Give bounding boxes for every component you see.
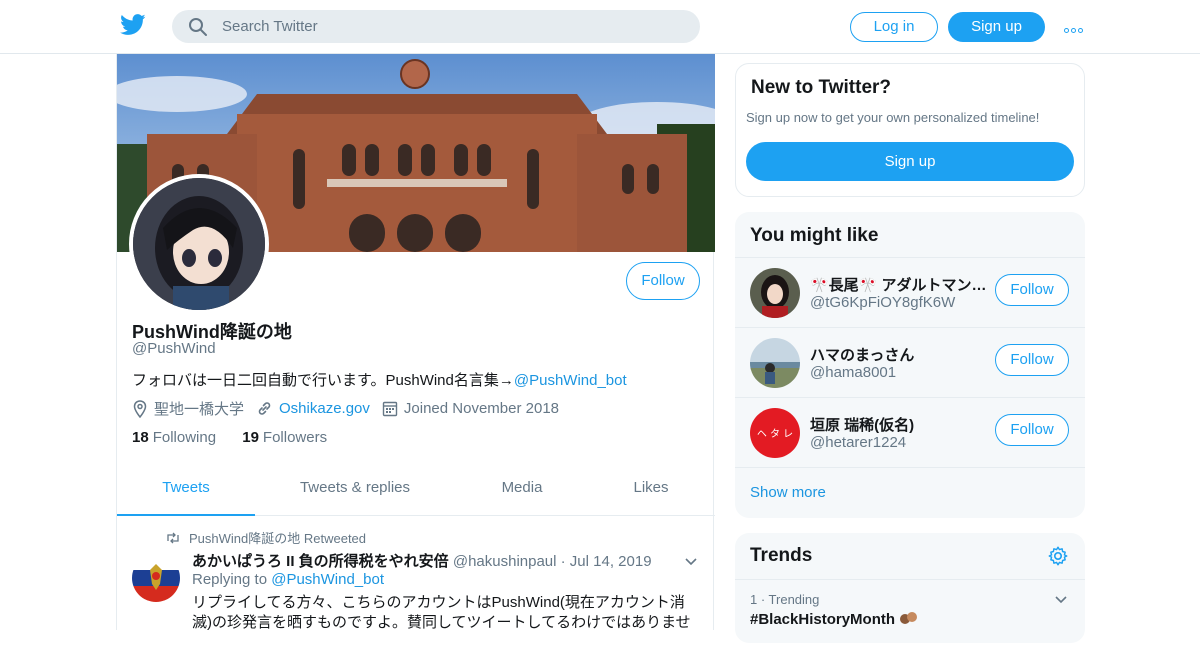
- retweet-icon: [167, 532, 179, 543]
- retweet-text: PushWind降誕の地 Retweeted: [189, 531, 367, 546]
- avatar-image: [133, 178, 265, 310]
- suggested-user-handle: @hama8001: [810, 364, 897, 381]
- suggested-user-avatar[interactable]: ヘ タ レ: [750, 408, 800, 458]
- website-link[interactable]: Oshikaze.gov: [279, 400, 370, 417]
- suggested-follow-button[interactable]: Follow: [995, 414, 1069, 446]
- profile-handle: @PushWind: [132, 340, 216, 357]
- search-input[interactable]: [222, 10, 682, 43]
- trend-hashtag-text: #BlackHistoryMonth: [750, 611, 896, 628]
- user-avatar-image: ヘ タ レ: [750, 408, 800, 458]
- location-icon: [133, 399, 147, 418]
- twitter-bird-icon[interactable]: [120, 13, 146, 37]
- suggested-user-avatar[interactable]: [750, 338, 800, 388]
- trends-title: Trends: [750, 545, 813, 566]
- bio-mention-link[interactable]: @PushWind_bot: [514, 372, 627, 389]
- suggested-follow-button[interactable]: Follow: [995, 274, 1069, 306]
- raised-fists-emoji-icon: [900, 612, 918, 624]
- tweet-text: リプライしてる方々、こちらのアカウントはPushWind(現在アカウント消滅)の…: [192, 594, 691, 631]
- tweet-avatar-image: [132, 554, 180, 602]
- tweet-author[interactable]: あかいぱうろ II 負の所得税をやれ安倍: [192, 553, 449, 570]
- suggested-user[interactable]: 🎌長尾🎌 アダルトマン… @tG6KpFiOY8gfK6W Follow: [735, 257, 1085, 327]
- followers-link[interactable]: 19 Followers: [242, 429, 327, 446]
- tweet-avatar[interactable]: [132, 554, 180, 602]
- trends-card: Trends 1 · Trending #BlackHistoryMonth: [735, 533, 1085, 643]
- search-icon: [189, 18, 207, 36]
- following-link[interactable]: 18 Following: [132, 429, 216, 446]
- chevron-down-icon[interactable]: [1053, 592, 1069, 608]
- suggested-user-name: 🎌長尾🎌 アダルトマン…: [810, 277, 987, 294]
- profile-column: Follow PushWind降誕の地 @PushWind フォロバは一日二回自…: [116, 54, 715, 631]
- tab-likes[interactable]: Likes: [607, 464, 695, 516]
- joined-text: Joined November 2018: [403, 400, 560, 417]
- suggested-user[interactable]: ヘ タ レ 垣原 瑞稀(仮名) @hetarer1224 Follow: [735, 397, 1085, 467]
- profile-meta: 聖地一橋大学 Oshikaze.gov Joined November 2018: [132, 398, 571, 419]
- followers-count: 19: [242, 429, 259, 446]
- show-more-link[interactable]: Show more: [735, 467, 1085, 518]
- trend-item[interactable]: 1 · Trending #BlackHistoryMonth: [735, 579, 1085, 649]
- gear-icon[interactable]: [1047, 545, 1069, 567]
- suggested-user-name: 垣原 瑞稀(仮名): [810, 417, 915, 434]
- login-button[interactable]: Log in: [850, 12, 938, 42]
- tweet-item[interactable]: PushWind降誕の地 Retweeted あかいぱうろ II 負の所得税をや…: [117, 516, 715, 646]
- follow-button[interactable]: Follow: [626, 262, 700, 300]
- suggested-follow-button[interactable]: Follow: [995, 344, 1069, 376]
- sidebar-signup-button[interactable]: Sign up: [746, 142, 1074, 181]
- more-dots-icon[interactable]: [1064, 20, 1086, 33]
- link-icon: [258, 402, 271, 415]
- bio-text: フォロバは一日二回自動で行います。PushWind名言集→: [132, 372, 514, 389]
- user-avatar-image: [750, 268, 800, 318]
- svg-text:ヘ タ レ: ヘ タ レ: [757, 428, 793, 440]
- replying-prefix: Replying to: [192, 571, 268, 588]
- new-to-twitter-card: New to Twitter? Sign up now to get your …: [735, 63, 1085, 197]
- following-label: Following: [152, 429, 217, 446]
- suggested-user-avatar[interactable]: [750, 268, 800, 318]
- search-box[interactable]: [172, 10, 700, 43]
- tab-tweets-replies[interactable]: Tweets & replies: [285, 464, 425, 516]
- tweet-header: あかいぱうろ II 負の所得税をやれ安倍 @hakushinpaul · Jul…: [192, 550, 652, 571]
- profile-avatar[interactable]: [129, 174, 269, 314]
- profile-bio: フォロバは一日二回自動で行います。PushWind名言集→@PushWind_b…: [132, 369, 627, 390]
- location-text: 聖地一橋大学: [154, 401, 245, 418]
- suggested-user[interactable]: ハマのまっさん @hama8001 Follow: [735, 327, 1085, 397]
- signup-button[interactable]: Sign up: [948, 12, 1045, 42]
- suggested-user-handle: @hetarer1224: [810, 434, 907, 451]
- replying-to: Replying to @PushWind_bot: [192, 571, 384, 588]
- replying-mention-link[interactable]: @PushWind_bot: [271, 571, 384, 588]
- you-might-like-card: You might like 🎌長尾🎌 アダルトマン… @tG6KpFiOY8g…: [735, 212, 1085, 518]
- tweet-handle-date[interactable]: @hakushinpaul · Jul 14, 2019: [453, 553, 652, 570]
- user-avatar-image: [750, 338, 800, 388]
- tab-tweets[interactable]: Tweets: [117, 464, 255, 516]
- retweet-context: PushWind降誕の地 Retweeted: [165, 528, 366, 547]
- follow-counts: 18 Following 19 Followers: [132, 429, 349, 446]
- trend-rank: 1 · Trending: [750, 592, 820, 607]
- followers-label: Followers: [262, 429, 328, 446]
- chevron-down-icon[interactable]: [683, 554, 699, 570]
- new-card-subtitle: Sign up now to get your own personalized…: [746, 110, 1040, 125]
- top-navigation: Log in Sign up: [0, 0, 1200, 54]
- you-might-like-title: You might like: [750, 225, 879, 246]
- new-card-title: New to Twitter?: [751, 77, 892, 98]
- suggested-user-handle: @tG6KpFiOY8gfK6W: [810, 294, 956, 311]
- calendar-icon: [382, 401, 398, 417]
- following-count: 18: [132, 429, 149, 446]
- trend-hashtag[interactable]: #BlackHistoryMonth: [750, 611, 919, 628]
- profile-tabs: Tweets Tweets & replies Media Likes: [117, 464, 715, 516]
- suggested-user-name: ハマのまっさん: [810, 347, 915, 364]
- tab-media[interactable]: Media: [477, 464, 567, 516]
